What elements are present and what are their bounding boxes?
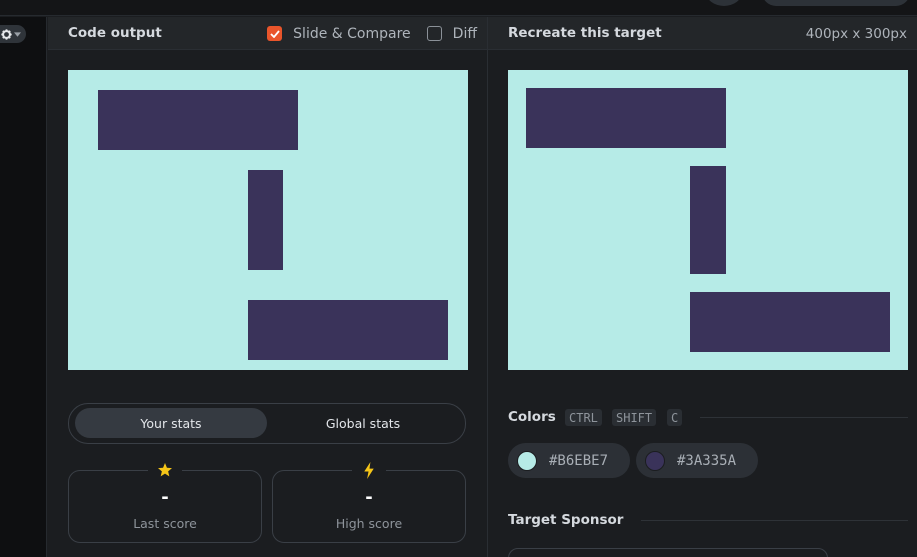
slide-compare-checkbox[interactable] [267,26,283,41]
target-header: Recreate this target 400px x 300px [488,17,917,50]
sponsor-card[interactable] [508,548,828,557]
last-score-label: Last score [133,516,197,531]
shortcut-key-shift: SHIFT [612,409,657,426]
output-top-rectangle [98,90,298,150]
code-output-canvas[interactable] [68,70,468,370]
star-icon [148,460,182,480]
code-output-title: Code output [68,25,162,41]
panel-divider [487,17,488,557]
target-title: Recreate this target [508,25,662,41]
colors-divider [700,417,908,418]
shortcut-key-c: C [667,409,683,426]
last-score-value: - [161,487,169,508]
settings-dropdown-button[interactable] [0,25,26,43]
output-bottom-rectangle [248,300,448,360]
target-bottom-rectangle [690,292,890,352]
slide-compare-toggle[interactable]: Slide & Compare [267,26,411,42]
diff-checkbox[interactable] [426,26,442,41]
code-output-header: Code output Slide & Compare Diff [48,17,487,50]
colors-title: Colors [508,409,556,425]
gear-icon [1,28,12,40]
target-dimensions: 400px x 300px [805,25,907,42]
shortcut-key-ctrl: CTRL [565,409,602,426]
top-action-button[interactable] [762,0,910,6]
color-hex: #B6EBE7 [549,452,609,469]
lightning-icon [352,460,386,480]
color-hex: #3A335A [677,452,737,469]
color-dot [645,450,665,471]
top-icon-button[interactable] [706,0,742,6]
checkmark-icon [270,29,280,38]
target-top-rectangle [526,88,726,148]
tab-your-stats[interactable]: Your stats [75,408,267,438]
tab-global-stats[interactable]: Global stats [267,408,459,438]
target-canvas [508,70,908,370]
chevron-down-icon [14,31,21,37]
target-sponsor-title: Target Sponsor [508,512,624,528]
high-score-value: - [365,487,373,508]
high-score-label: High score [335,516,403,531]
last-score-card: - Last score [68,460,262,543]
sponsor-divider [641,520,908,521]
color-dot [517,450,537,471]
slide-compare-label: Slide & Compare [293,25,411,42]
stats-toggle: Your stats Global stats [68,403,466,444]
high-score-card: - High score [272,460,466,543]
output-middle-rectangle [248,170,283,270]
left-sidebar [0,17,47,557]
color-swatch-purple[interactable]: #3A335A [636,443,758,478]
diff-toggle[interactable]: Diff [426,25,477,42]
target-middle-rectangle [690,166,726,274]
color-swatch-mint[interactable]: #B6EBE7 [508,443,630,478]
diff-label: Diff [452,25,477,42]
top-bar [0,0,917,16]
